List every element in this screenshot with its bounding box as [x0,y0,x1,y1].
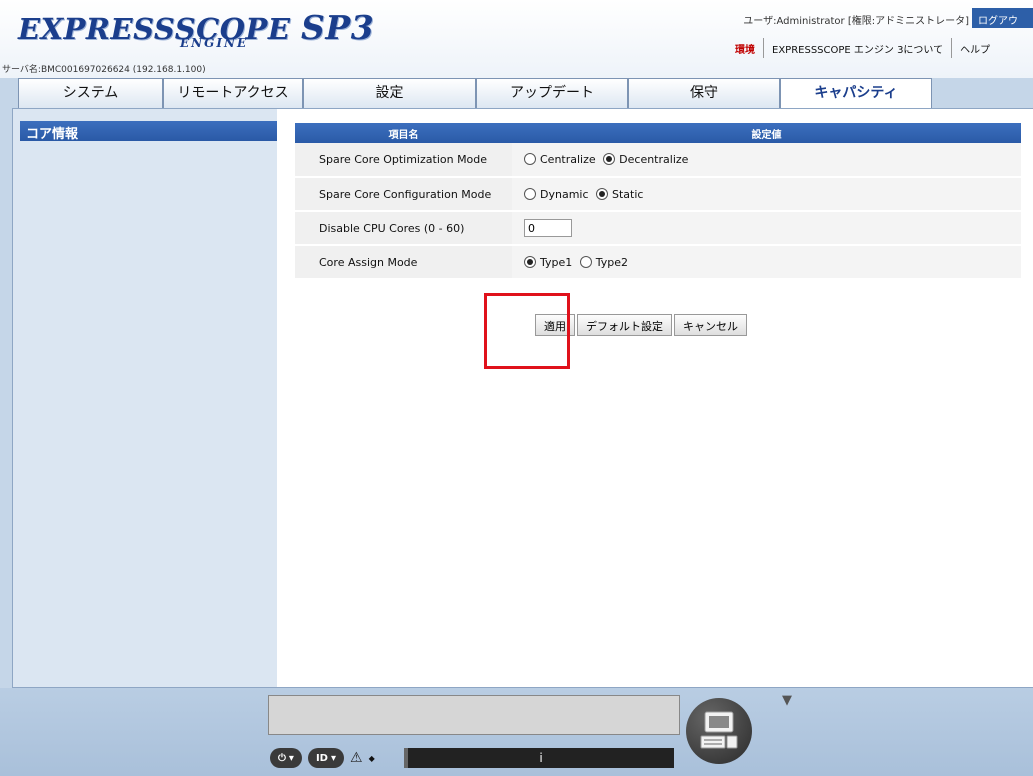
table-row: Core Assign Mode Type1 Type2 [295,245,1021,280]
column-header-value: 設定値 [512,123,1021,143]
chevron-down-icon: ▾ [288,752,294,764]
action-buttons: 適用 デフォルト設定 キャンセル [535,314,747,336]
tab-capacity[interactable]: キャパシティ [780,78,932,109]
tab-update[interactable]: アップデート [476,78,628,108]
tab-remote-access[interactable]: リモートアクセス [163,78,303,108]
top-nav: 環境 EXPRESSSCOPE エンジン 3について ヘルプ [727,38,998,58]
footer: ⏻ ▾ ID ▾ ⚠ ◆ i ▼ [0,688,1033,776]
radio-type1[interactable] [524,255,536,268]
row-label: Core Assign Mode [295,245,512,280]
tab-maintenance[interactable]: 保守 [628,78,780,108]
table-row: Spare Core Optimization Mode Centralize … [295,143,1021,178]
radio-dynamic[interactable] [524,187,536,200]
nav-environment[interactable]: 環境 [727,38,764,58]
remote-console-button[interactable] [686,698,752,764]
sidebar-item-core-info[interactable]: コア情報 [20,121,277,142]
apply-button[interactable]: 適用 [535,314,575,336]
settings-table: 項目名 設定値 Spare Core Optimization Mode Cen… [295,123,1021,280]
row-value: Centralize Decentralize [512,143,1021,178]
row-value [512,211,1021,246]
radio-type2[interactable] [579,255,592,268]
radio-label: Decentralize [619,153,689,166]
disable-cores-input[interactable] [524,219,572,237]
table-row: Spare Core Configuration Mode Dynamic St… [295,177,1021,212]
radio-static[interactable] [596,187,609,200]
row-value: Dynamic Static [512,177,1021,212]
collapse-icon[interactable]: ▼ [782,693,792,708]
user-info: ユーザ:Administrator [権限:アドミニストレータ] [743,16,969,27]
footer-controls: ⏻ ▾ ID ▾ ⚠ ◆ [270,748,375,768]
row-label: Spare Core Optimization Mode [295,143,512,178]
chevron-down-icon: ▾ [330,752,337,764]
radio-label: Static [612,187,644,201]
radio-label: Type1 [540,255,573,269]
tab-system[interactable]: システム [18,78,163,108]
radio-label: Dynamic [540,187,589,201]
tab-bar: システム リモートアクセス 設定 アップデート 保守 キャパシティ [0,78,1033,109]
status-strip: i [404,748,674,768]
radio-label: Type2 [595,255,629,269]
table-header-row: 項目名 設定値 [295,123,1021,143]
nav-about[interactable]: EXPRESSSCOPE エンジン 3について [764,38,953,58]
cancel-button[interactable]: キャンセル [674,314,747,336]
message-area [268,695,680,735]
row-value: Type1 Type2 [512,245,1021,280]
console-icon [700,711,738,749]
warning-icon[interactable]: ⚠ [350,750,363,766]
tab-settings[interactable]: 設定 [303,78,476,108]
id-button[interactable]: ID ▾ [307,748,345,768]
dot-icon: ◆ [368,753,375,763]
logo-sp3: SP3 [301,8,375,47]
logo-sub: ENGINE [180,36,249,50]
id-label: ID [315,752,328,764]
sidebar: コア情報 [13,109,277,687]
column-header-name: 項目名 [295,123,512,143]
radio-label: Centralize [540,153,596,166]
header: EXPRESSSCOPE SP3 ENGINE サーバ名:BMC00169702… [0,0,1033,78]
row-label: Spare Core Configuration Mode [295,177,512,212]
default-settings-button[interactable]: デフォルト設定 [577,314,672,336]
radio-decentralize[interactable] [603,153,616,165]
power-button[interactable]: ⏻ ▾ [270,748,302,768]
row-label: Disable CPU Cores (0 - 60) [295,211,512,246]
logout-button[interactable]: ログアウ [972,8,1033,28]
logo-text: EXPRESSSCOPE [18,12,291,46]
radio-centralize[interactable] [524,153,536,165]
power-icon: ⏻ [278,752,286,764]
nav-help[interactable]: ヘルプ [952,38,998,58]
server-name: サーバ名:BMC001697026624 (192.168.1.100) [2,65,206,75]
main-panel: コア情報 項目名 設定値 Spare Core Optimization Mod… [12,108,1033,688]
table-row: Disable CPU Cores (0 - 60) [295,211,1021,246]
